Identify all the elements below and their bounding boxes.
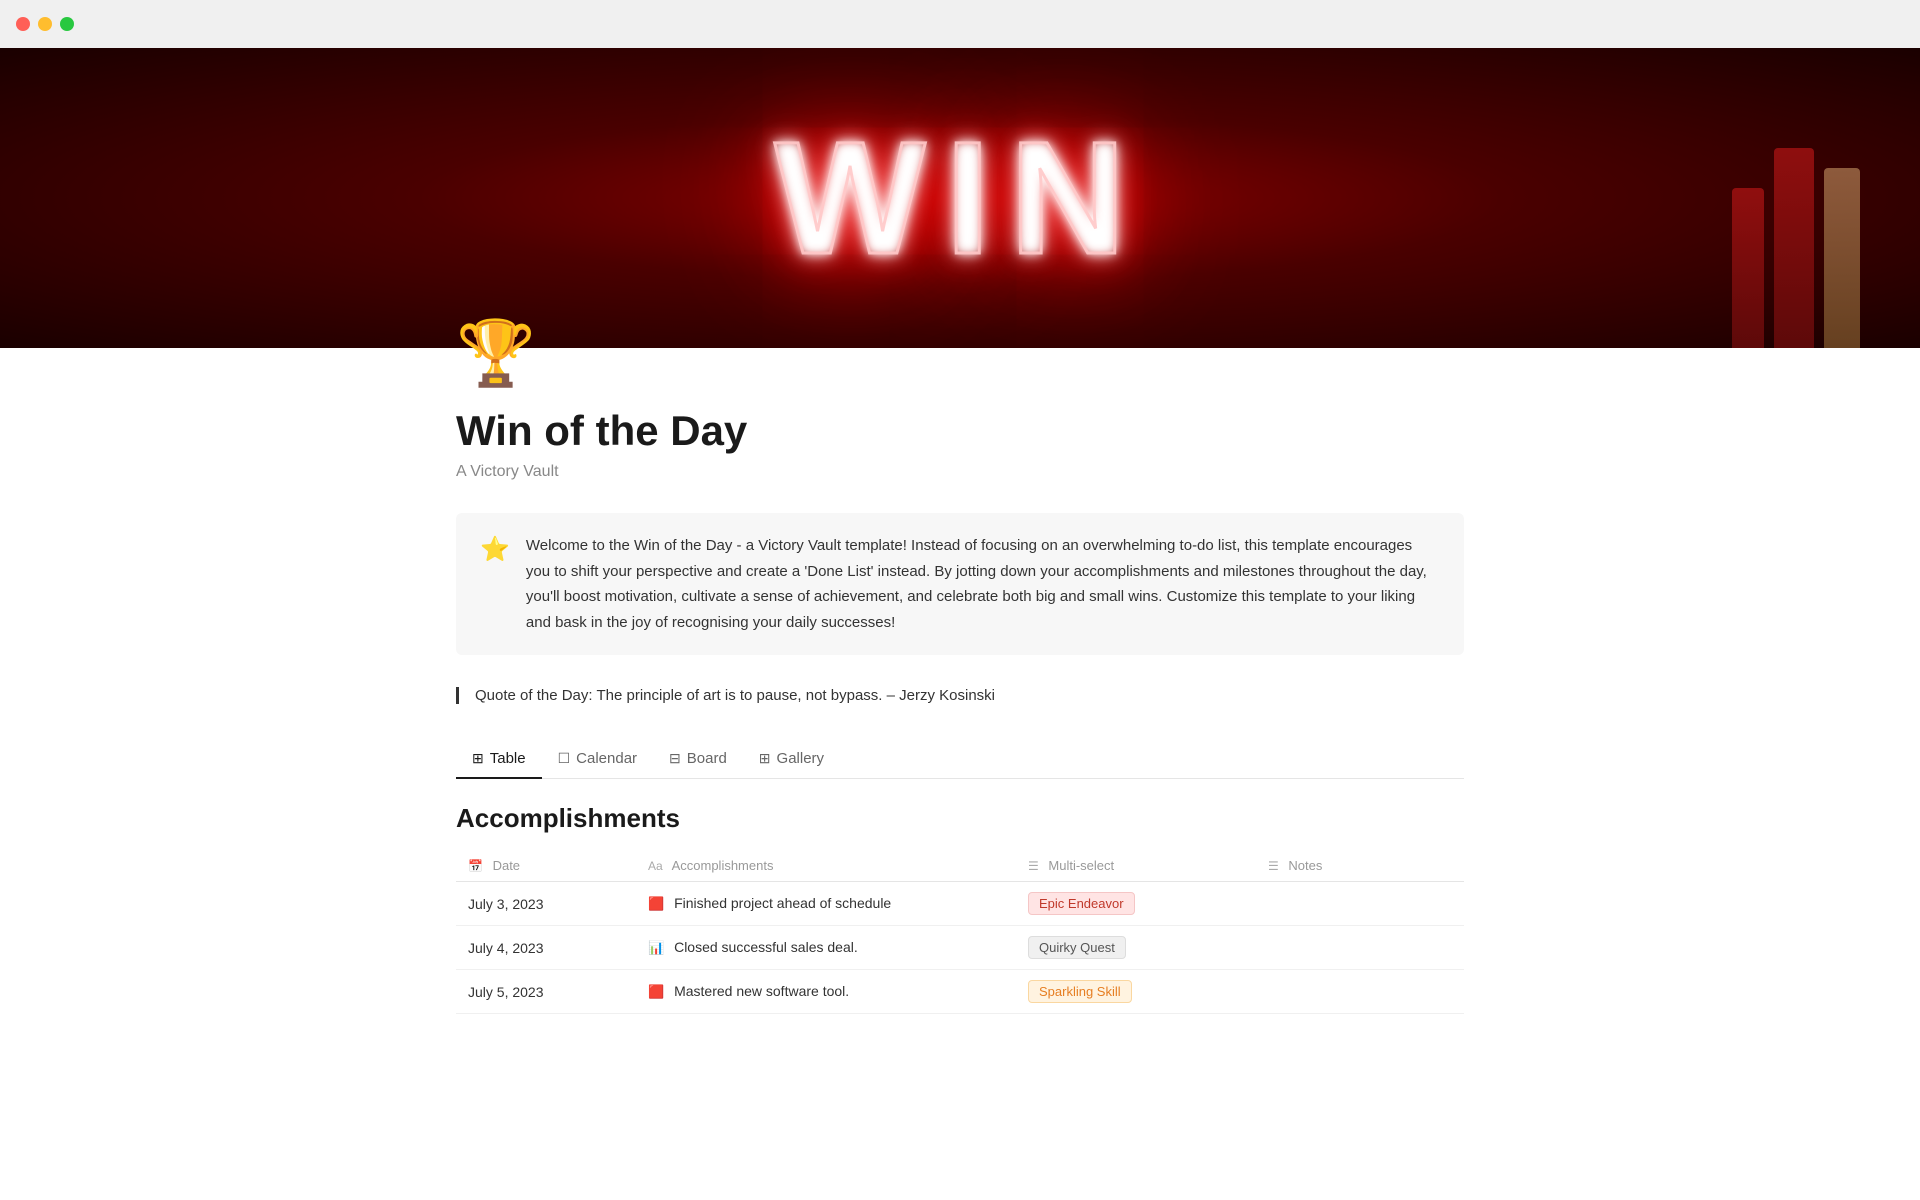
- tab-gallery-label: Gallery: [777, 750, 825, 767]
- maximize-button[interactable]: [60, 17, 74, 31]
- tab-board[interactable]: ⊟ Board: [653, 740, 743, 779]
- cell-date-0: July 3, 2023: [456, 882, 636, 926]
- col-acc-label: Accomplishments: [672, 858, 774, 873]
- board-tab-icon: ⊟: [669, 750, 681, 767]
- quote-block: Quote of the Day: The principle of art i…: [456, 687, 1464, 704]
- close-button[interactable]: [16, 17, 30, 31]
- page-icon: 🏆: [456, 316, 1464, 391]
- hero-banner: WIN: [0, 48, 1920, 348]
- cell-acc-1: 📊 Closed successful sales deal.: [636, 926, 1016, 970]
- cell-date-1: July 4, 2023: [456, 926, 636, 970]
- acc-text-2[interactable]: Mastered new software tool.: [674, 983, 849, 999]
- cell-tag-0: Epic Endeavor: [1016, 882, 1256, 926]
- cell-tag-2: Sparkling Skill: [1016, 970, 1256, 1014]
- col-header-multiselect[interactable]: ☰ Multi-select: [1016, 850, 1256, 882]
- notes-col-icon: ☰: [1268, 859, 1279, 873]
- col-date-label: Date: [493, 858, 520, 873]
- tab-calendar-label: Calendar: [576, 750, 637, 767]
- table-row: July 5, 2023 🟥 Mastered new software too…: [456, 970, 1464, 1014]
- page-subtitle: A Victory Vault: [456, 463, 1464, 481]
- cell-notes-2[interactable]: [1256, 970, 1464, 1014]
- ms-col-icon: ☰: [1028, 859, 1039, 873]
- minimize-button[interactable]: [38, 17, 52, 31]
- acc-text-0[interactable]: Finished project ahead of schedule: [674, 895, 891, 911]
- calendar-tab-icon: ☐: [558, 750, 571, 767]
- table-heading: Accomplishments: [456, 803, 1464, 834]
- cell-notes-1[interactable]: [1256, 926, 1464, 970]
- bottle-3: [1824, 168, 1860, 348]
- page-title: Win of the Day: [456, 407, 1464, 455]
- tag-2[interactable]: Sparkling Skill: [1028, 980, 1132, 1003]
- acc-col-icon: Aa: [648, 859, 663, 873]
- accomplishments-table: 📅 Date Aa Accomplishments ☰ Multi-select…: [456, 850, 1464, 1014]
- tabs-bar: ⊞ Table ☐ Calendar ⊟ Board ⊞ Gallery: [456, 740, 1464, 779]
- page-content: 🏆 Win of the Day A Victory Vault ⭐ Welco…: [360, 316, 1560, 1074]
- hero-neon-text: WIN: [774, 106, 1145, 290]
- row-icon-1: 📊: [648, 940, 664, 955]
- tab-table-label: Table: [490, 750, 526, 767]
- page-bottom-fade: [456, 1014, 1464, 1074]
- cell-acc-0: 🟥 Finished project ahead of schedule: [636, 882, 1016, 926]
- bottle-1: [1732, 188, 1764, 348]
- acc-text-1[interactable]: Closed successful sales deal.: [674, 939, 858, 955]
- row-icon-2: 🟥: [648, 984, 664, 999]
- tag-0[interactable]: Epic Endeavor: [1028, 892, 1135, 915]
- col-header-accomplishments[interactable]: Aa Accomplishments: [636, 850, 1016, 882]
- cell-acc-2: 🟥 Mastered new software tool.: [636, 970, 1016, 1014]
- date-col-icon: 📅: [468, 859, 483, 873]
- callout-box: ⭐ Welcome to the Win of the Day - a Vict…: [456, 513, 1464, 655]
- callout-icon: ⭐: [480, 535, 510, 564]
- quote-text: Quote of the Day: The principle of art i…: [475, 687, 995, 704]
- table-row: July 4, 2023 📊 Closed successful sales d…: [456, 926, 1464, 970]
- table-header-row: 📅 Date Aa Accomplishments ☰ Multi-select…: [456, 850, 1464, 882]
- hero-decoration: [1732, 148, 1860, 348]
- cell-tag-1: Quirky Quest: [1016, 926, 1256, 970]
- callout-text: Welcome to the Win of the Day - a Victor…: [526, 533, 1440, 635]
- tab-table[interactable]: ⊞ Table: [456, 740, 542, 779]
- gallery-tab-icon: ⊞: [759, 750, 771, 767]
- cell-notes-0[interactable]: [1256, 882, 1464, 926]
- cell-date-2: July 5, 2023: [456, 970, 636, 1014]
- col-header-notes[interactable]: ☰ Notes: [1256, 850, 1464, 882]
- table-tab-icon: ⊞: [472, 750, 484, 767]
- titlebar: [0, 0, 1920, 48]
- col-header-date[interactable]: 📅 Date: [456, 850, 636, 882]
- col-notes-label: Notes: [1288, 858, 1322, 873]
- tab-calendar[interactable]: ☐ Calendar: [542, 740, 653, 779]
- bottle-2: [1774, 148, 1814, 348]
- tab-board-label: Board: [687, 750, 727, 767]
- table-section: Accomplishments 📅 Date Aa Accomplishment…: [456, 803, 1464, 1014]
- tag-1[interactable]: Quirky Quest: [1028, 936, 1126, 959]
- row-icon-0: 🟥: [648, 896, 664, 911]
- col-ms-label: Multi-select: [1048, 858, 1114, 873]
- tab-gallery[interactable]: ⊞ Gallery: [743, 740, 840, 779]
- table-row: July 3, 2023 🟥 Finished project ahead of…: [456, 882, 1464, 926]
